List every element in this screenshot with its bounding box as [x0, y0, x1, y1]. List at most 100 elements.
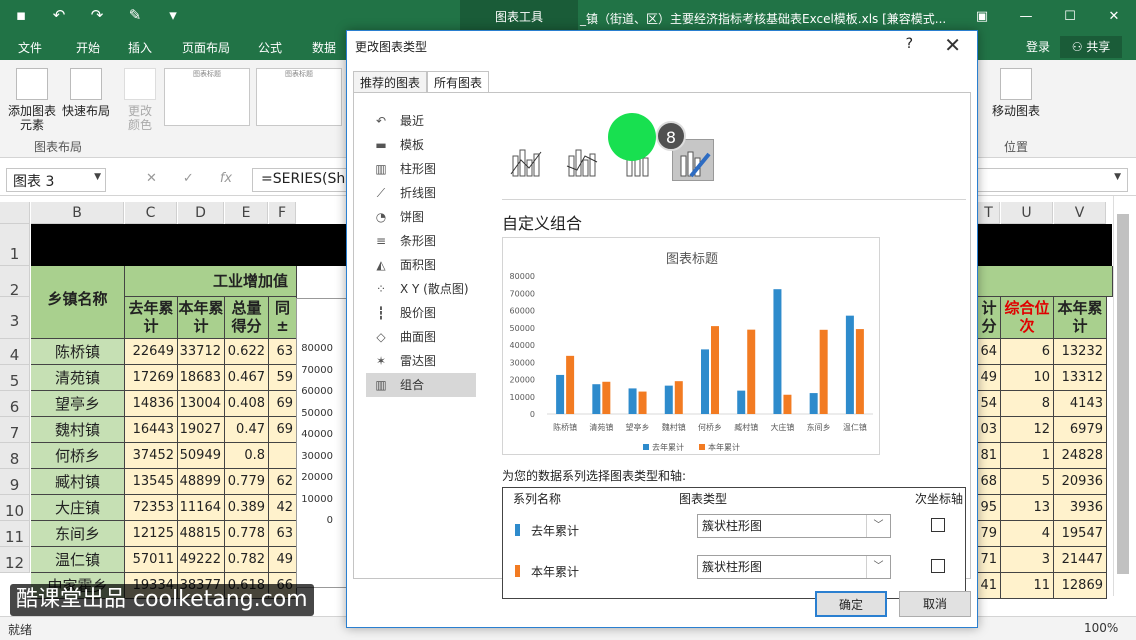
value-cell[interactable]: 5	[1001, 469, 1054, 495]
redo-icon[interactable]: ↷	[86, 6, 108, 24]
value-cell[interactable]: 54	[978, 391, 1001, 417]
town-name-cell[interactable]: 何桥乡	[31, 443, 125, 469]
row-header[interactable]: 11	[0, 521, 30, 547]
chart-type-item[interactable]: ↶ 最近	[366, 109, 476, 133]
value-cell[interactable]: 64	[978, 339, 1001, 365]
name-box[interactable]: 图表 3 ▼	[6, 168, 106, 192]
chart-type-item[interactable]: ▥ 柱形图	[366, 157, 476, 181]
vertical-scrollbar[interactable]	[1113, 196, 1131, 596]
value-cell[interactable]: 8	[1001, 391, 1054, 417]
value-cell[interactable]: 10	[1001, 365, 1054, 391]
value-cell[interactable]: 21447	[1054, 547, 1107, 573]
subtype-clustered-column-line[interactable]	[504, 139, 546, 181]
tab-data[interactable]: 数据	[312, 39, 336, 56]
value-cell[interactable]: 11	[1001, 573, 1054, 599]
tab-page-layout[interactable]: 页面布局	[182, 39, 230, 56]
value-cell[interactable]: 3	[1001, 547, 1054, 573]
value-cell[interactable]: 41	[978, 573, 1001, 599]
series-chart-type-select[interactable]: 簇状柱形图 ﹀	[697, 555, 891, 579]
column-header[interactable]: V	[1054, 202, 1106, 224]
value-cell[interactable]: 33712	[178, 339, 225, 365]
value-cell[interactable]: 69	[269, 391, 297, 417]
chart-type-item[interactable]: ┇ 股价图	[366, 301, 476, 325]
value-cell[interactable]: 63	[269, 339, 297, 365]
chart-type-item[interactable]: ▥ 组合	[366, 373, 476, 397]
value-cell[interactable]: 19027	[178, 417, 225, 443]
value-cell[interactable]: 69	[269, 417, 297, 443]
expand-formula-icon[interactable]: ▼	[1114, 172, 1121, 182]
tab-all-charts[interactable]: 所有图表	[427, 71, 490, 94]
chart-type-item[interactable]: ◔ 饼图	[366, 205, 476, 229]
value-cell[interactable]: 13232	[1054, 339, 1107, 365]
chart-style-2[interactable]: 图表标题	[256, 68, 342, 126]
value-cell[interactable]: 4143	[1054, 391, 1107, 417]
town-name-cell[interactable]: 大庄镇	[31, 495, 125, 521]
chart-type-item[interactable]: ✶ 雷达图	[366, 349, 476, 373]
share-button[interactable]: ⚇ 共享	[1060, 36, 1122, 58]
value-cell[interactable]: 48815	[178, 521, 225, 547]
chart-type-item[interactable]: ⁘ X Y (散点图)	[366, 277, 476, 301]
value-cell[interactable]: 13004	[178, 391, 225, 417]
chart-type-item[interactable]: ▬ 模板	[366, 133, 476, 157]
maximize-icon[interactable]: ☐	[1048, 0, 1092, 34]
value-cell[interactable]: 4	[1001, 521, 1054, 547]
secondary-axis-checkbox[interactable]	[931, 559, 945, 573]
column-header[interactable]: B	[31, 202, 124, 224]
value-cell[interactable]: 48899	[178, 469, 225, 495]
value-cell[interactable]: 6	[1001, 339, 1054, 365]
value-cell[interactable]: 11164	[178, 495, 225, 521]
header-fill-cell[interactable]	[978, 266, 1113, 297]
value-cell[interactable]: 18683	[178, 365, 225, 391]
town-name-cell[interactable]: 臧村镇	[31, 469, 125, 495]
column-header[interactable]: U	[1001, 202, 1053, 224]
value-cell[interactable]: 22649	[125, 339, 178, 365]
value-cell[interactable]: 79	[978, 521, 1001, 547]
chart-type-item[interactable]: ≡ 条形图	[366, 229, 476, 253]
group-header-cell[interactable]: 工业增加值	[125, 266, 297, 297]
value-cell[interactable]: 0.779	[225, 469, 269, 495]
insert-function-icon[interactable]: fx	[220, 171, 232, 186]
column-title-cell[interactable]: 总量得分	[225, 297, 269, 339]
row-header[interactable]: 7	[0, 417, 30, 443]
value-cell[interactable]: 16443	[125, 417, 178, 443]
value-cell[interactable]: 19547	[1054, 521, 1107, 547]
value-cell[interactable]: 49	[269, 547, 297, 573]
close-icon[interactable]: ✕	[944, 33, 961, 57]
value-cell[interactable]: 50949	[178, 443, 225, 469]
value-cell[interactable]: 20936	[1054, 469, 1107, 495]
row-header[interactable]: 5	[0, 365, 30, 391]
value-cell[interactable]: 0.622	[225, 339, 269, 365]
row-header[interactable]: 8	[0, 443, 30, 469]
value-cell[interactable]: 59	[269, 365, 297, 391]
value-cell[interactable]: 72353	[125, 495, 178, 521]
town-name-cell[interactable]: 魏村镇	[31, 417, 125, 443]
value-cell[interactable]: 0.467	[225, 365, 269, 391]
tab-recommended-charts[interactable]: 推荐的图表	[353, 71, 428, 93]
add-chart-element-button[interactable]: 添加图表 元素	[6, 68, 58, 132]
row-header[interactable]: 9	[0, 469, 30, 495]
value-cell[interactable]: 12125	[125, 521, 178, 547]
tab-home[interactable]: 开始	[76, 39, 100, 56]
value-cell[interactable]: 12869	[1054, 573, 1107, 599]
chart-type-item[interactable]: ⟋ 折线图	[366, 181, 476, 205]
value-cell[interactable]: 68	[978, 469, 1001, 495]
column-title-cell[interactable]: 同±	[269, 297, 297, 339]
value-cell[interactable]: 63	[269, 521, 297, 547]
value-cell[interactable]: 17269	[125, 365, 178, 391]
quick-layout-button[interactable]: 快速布局	[60, 68, 112, 118]
subtype-column-line-secondary[interactable]	[560, 139, 602, 181]
tab-formulas[interactable]: 公式	[258, 39, 282, 56]
value-cell[interactable]: 0.408	[225, 391, 269, 417]
value-cell[interactable]: 57011	[125, 547, 178, 573]
row-header[interactable]: 1	[0, 224, 30, 266]
embedded-chart[interactable]: 80000 70000 60000 50000 40000 30000 20000 10000…	[296, 298, 348, 588]
secondary-axis-checkbox[interactable]	[931, 518, 945, 532]
value-cell[interactable]	[269, 443, 297, 469]
value-cell[interactable]: 3936	[1054, 495, 1107, 521]
value-cell[interactable]: 49222	[178, 547, 225, 573]
close-window-icon[interactable]: ✕	[1092, 0, 1136, 34]
value-cell[interactable]: 62	[269, 469, 297, 495]
chart-type-item[interactable]: ◭ 面积图	[366, 253, 476, 277]
column-header[interactable]: C	[125, 202, 177, 224]
row-header[interactable]: 2	[0, 266, 30, 299]
